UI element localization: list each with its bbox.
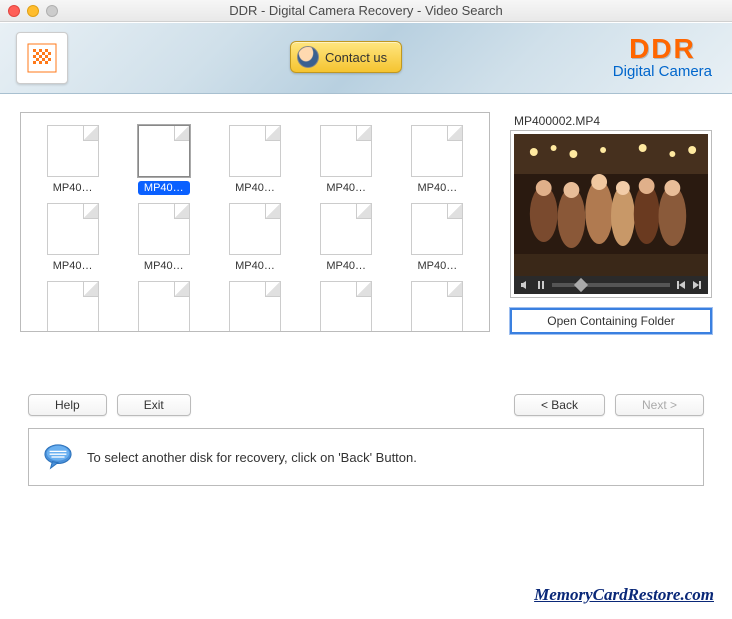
minimize-window-button[interactable] — [27, 5, 39, 17]
contact-us-label: Contact us — [325, 50, 387, 65]
file-icon — [229, 281, 281, 332]
app-header: Contact us DDR Digital Camera — [0, 22, 732, 94]
prev-icon[interactable] — [676, 280, 686, 290]
contact-us-button[interactable]: Contact us — [290, 41, 402, 73]
file-label: MP40… — [229, 181, 281, 195]
file-item[interactable]: MP40… — [120, 203, 207, 273]
file-item[interactable]: MP40… — [211, 203, 298, 273]
maximize-window-button — [46, 5, 58, 17]
file-icon — [47, 125, 99, 177]
app-icon — [16, 32, 68, 84]
file-icon — [138, 281, 190, 332]
scrubber-thumb[interactable] — [574, 278, 588, 292]
person-icon — [297, 46, 319, 68]
file-item[interactable] — [394, 281, 481, 332]
file-icon — [320, 281, 372, 332]
video-scrubber[interactable] — [514, 276, 708, 294]
file-item[interactable]: MP40… — [211, 125, 298, 195]
file-item[interactable]: MP40… — [394, 125, 481, 195]
video-preview-image — [514, 134, 708, 276]
preview-box — [510, 130, 712, 298]
brand: DDR Digital Camera — [613, 33, 712, 80]
file-item[interactable]: MP40… — [120, 125, 207, 195]
brand-subtitle: Digital Camera — [613, 63, 712, 80]
scrubber-track[interactable] — [552, 283, 670, 287]
close-window-button[interactable] — [8, 5, 20, 17]
file-icon — [320, 203, 372, 255]
window-controls — [8, 5, 58, 17]
file-label: MP40… — [138, 181, 190, 195]
hint-text: To select another disk for recovery, cli… — [87, 450, 417, 465]
file-icon — [138, 125, 190, 177]
file-icon — [320, 125, 372, 177]
open-containing-folder-button[interactable]: Open Containing Folder — [510, 308, 712, 334]
file-label: MP40… — [47, 181, 99, 195]
file-item[interactable]: MP40… — [29, 203, 116, 273]
file-label: MP40… — [47, 259, 99, 273]
file-icon — [411, 281, 463, 332]
next-icon[interactable] — [692, 280, 702, 290]
file-label: MP40… — [320, 259, 372, 273]
file-item[interactable]: MP40… — [303, 203, 390, 273]
file-grid: MP40… MP40… MP40… MP40… MP40… MP40… MP40… MP40…… — [21, 113, 489, 332]
chat-bubble-icon — [43, 442, 73, 472]
main-content: MP40… MP40… MP40… MP40… MP40… MP40… MP40… MP40…… — [0, 94, 732, 334]
exit-button[interactable]: Exit — [117, 394, 191, 416]
file-icon — [411, 125, 463, 177]
volume-icon — [520, 280, 530, 290]
pause-icon[interactable] — [536, 280, 546, 290]
file-item[interactable]: MP40… — [29, 125, 116, 195]
file-icon — [229, 203, 281, 255]
window-title: DDR - Digital Camera Recovery - Video Se… — [0, 3, 732, 18]
back-button[interactable]: < Back — [514, 394, 605, 416]
preview-panel: MP400002.MP4 O — [510, 112, 712, 334]
file-item[interactable] — [29, 281, 116, 332]
file-icon — [229, 125, 281, 177]
file-icon — [47, 281, 99, 332]
file-item[interactable]: MP40… — [394, 203, 481, 273]
brand-title: DDR — [613, 33, 712, 65]
file-grid-panel: MP40… MP40… MP40… MP40… MP40… MP40… MP40… MP40…… — [20, 112, 490, 332]
file-icon — [138, 203, 190, 255]
file-label: MP40… — [320, 181, 372, 195]
hint-panel: To select another disk for recovery, cli… — [28, 428, 704, 486]
watermark: MemoryCardRestore.com — [534, 585, 714, 605]
wizard-buttons: Help Exit < Back Next > — [0, 334, 732, 424]
preview-filename: MP400002.MP4 — [510, 112, 712, 130]
titlebar: DDR - Digital Camera Recovery - Video Se… — [0, 0, 732, 22]
file-item[interactable]: MP40… — [303, 125, 390, 195]
file-item[interactable] — [303, 281, 390, 332]
next-button: Next > — [615, 394, 704, 416]
file-item[interactable] — [120, 281, 207, 332]
file-label: MP40… — [412, 181, 464, 195]
file-label: MP40… — [229, 259, 281, 273]
file-item[interactable] — [211, 281, 298, 332]
file-label: MP40… — [412, 259, 464, 273]
help-button[interactable]: Help — [28, 394, 107, 416]
file-icon — [47, 203, 99, 255]
file-icon — [411, 203, 463, 255]
file-label: MP40… — [138, 259, 190, 273]
